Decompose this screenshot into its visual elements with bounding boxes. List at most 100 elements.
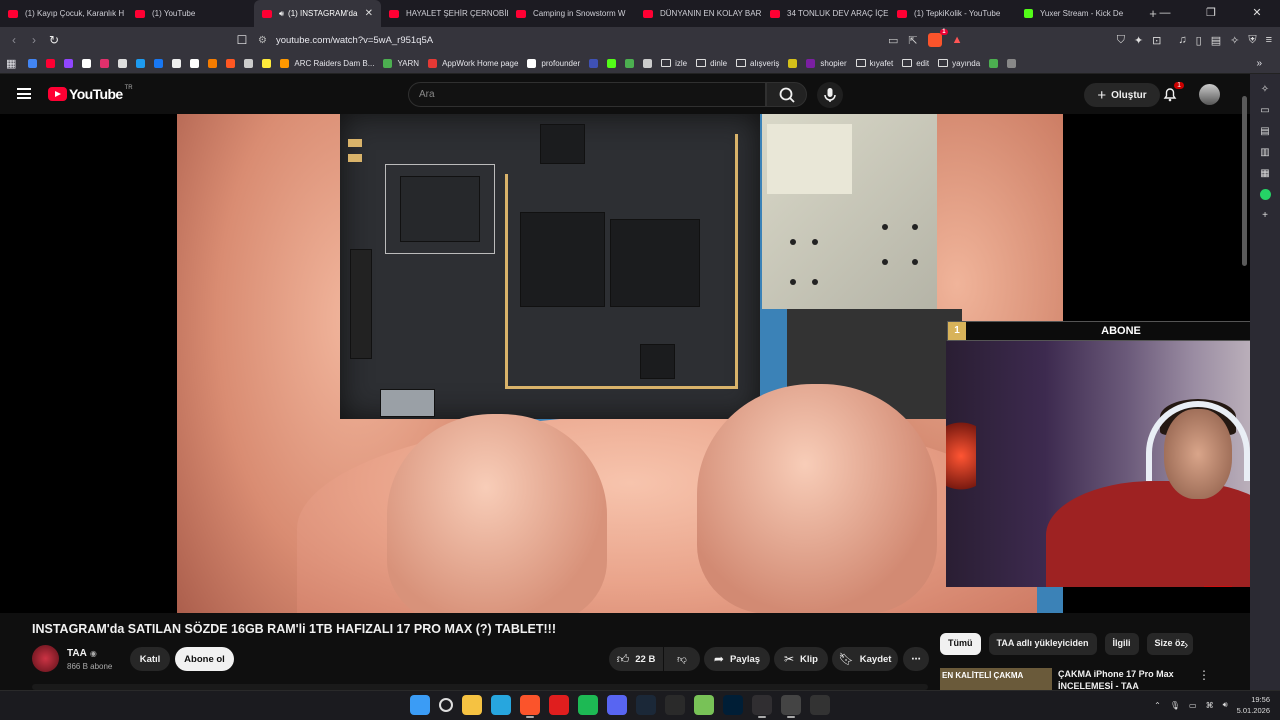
clock[interactable]: 19:56 5.01.2026 xyxy=(1237,694,1270,716)
bookmark-item[interactable] xyxy=(64,58,74,68)
bookmark-item[interactable] xyxy=(136,58,146,68)
restore-button[interactable]: ❐ xyxy=(1188,0,1234,27)
opera-icon[interactable] xyxy=(549,695,569,715)
notifications-button[interactable]: 1 xyxy=(1162,82,1184,102)
shield-icon[interactable]: ⛨ xyxy=(1248,34,1256,47)
bookmark-folder[interactable]: kıyafet xyxy=(855,59,893,68)
epic-games-icon[interactable] xyxy=(665,695,685,715)
filter-chip[interactable]: Tümü xyxy=(940,633,981,655)
create-button[interactable]: + Oluştur xyxy=(1084,83,1160,107)
bookmark-item[interactable] xyxy=(82,58,92,68)
filter-chip[interactable]: İlgili xyxy=(1104,633,1139,655)
bookmark-item[interactable]: YARN xyxy=(383,58,419,68)
bookmark-item[interactable] xyxy=(607,58,617,68)
recommended-thumbnail[interactable]: EN KALİTELİ ÇAKMA xyxy=(940,668,1052,690)
channel-name-row[interactable]: TAA ◉ xyxy=(67,648,97,659)
forward-button[interactable]: › xyxy=(24,33,44,47)
leo-ai-icon[interactable]: ✧ xyxy=(1230,34,1239,47)
browser-tab[interactable]: (1) TepkiKolik - YouTube xyxy=(889,0,1016,27)
bookmark-item[interactable] xyxy=(1007,58,1017,68)
bookmark-item[interactable] xyxy=(208,58,218,68)
bookmark-item[interactable]: profounder xyxy=(527,58,580,68)
discord-icon[interactable] xyxy=(607,695,627,715)
bookmark-folder[interactable]: izle xyxy=(661,59,687,68)
cast-icon[interactable]: ▭ xyxy=(888,34,898,47)
browser-tab[interactable]: 🔊︎ (1) INSTAGRAM'da ✕ xyxy=(254,0,381,27)
windows-start-icon[interactable] xyxy=(410,695,430,715)
network-icon[interactable]: ⌘ xyxy=(1206,701,1214,710)
vpn-icon[interactable]: ⛉ xyxy=(1117,34,1125,47)
url-field[interactable]: ⚙ youtube.com/watch?v=5wA_r951q5A xyxy=(258,31,978,50)
browser-tab[interactable]: (1) Kayıp Çocuk, Karanlık H xyxy=(0,0,127,27)
youtube-logo[interactable]: YouTube TR xyxy=(48,85,133,102)
filter-chip[interactable]: TAA adlı yükleyiciden xyxy=(988,633,1097,655)
browser-tab[interactable]: Yuxer Stream - Kick De xyxy=(1016,0,1143,27)
mic-tray-icon[interactable]: 🎙︎ xyxy=(1170,701,1180,710)
browser-tab[interactable]: 34 TONLUK DEV ARAÇ İÇE xyxy=(762,0,889,27)
bookmark-item[interactable] xyxy=(643,58,653,68)
bookmark-item[interactable] xyxy=(788,58,798,68)
brave-rewards-icon[interactable]: ▲ xyxy=(952,34,963,46)
gpu-icon[interactable] xyxy=(810,695,830,715)
tray-overflow-icon[interactable]: ⌃ xyxy=(1154,701,1161,710)
bookmark-item[interactable] xyxy=(625,58,635,68)
bookmark-item[interactable]: shopier xyxy=(806,58,847,68)
screenshot-icon[interactable]: ⊡ xyxy=(1152,34,1161,47)
photoshop-icon[interactable] xyxy=(723,695,743,715)
bookmark-item[interactable] xyxy=(172,58,182,68)
guide-menu-icon[interactable] xyxy=(17,88,31,99)
bookmark-folder[interactable]: dinle xyxy=(696,59,727,68)
close-tab-icon[interactable]: ✕ xyxy=(365,8,373,19)
join-button[interactable]: Katıl xyxy=(130,647,170,671)
bookmark-folder[interactable]: alışveriş xyxy=(736,59,779,68)
history-icon[interactable]: ▦ xyxy=(1260,168,1269,179)
subscribe-button[interactable]: Abone ol xyxy=(175,647,234,671)
site-settings-icon[interactable]: ⚙ xyxy=(258,35,267,46)
search-icon[interactable] xyxy=(439,698,453,712)
close-window-button[interactable]: ✕ xyxy=(1234,0,1280,27)
speaker-icon[interactable]: 🔊︎ xyxy=(279,9,284,19)
channel-avatar[interactable] xyxy=(32,645,59,672)
account-avatar[interactable] xyxy=(1199,84,1220,105)
volume-icon[interactable]: 🔊︎ xyxy=(1223,700,1228,710)
bookmark-folder[interactable]: edit xyxy=(902,59,929,68)
reco-menu-icon[interactable]: ⋮ xyxy=(1198,668,1210,682)
bookmark-item[interactable] xyxy=(100,58,110,68)
more-bookmarks-icon[interactable]: » xyxy=(1256,58,1262,69)
bookmark-item[interactable]: ARC Raiders Dam B... xyxy=(280,58,374,68)
android-icon[interactable] xyxy=(694,695,714,715)
file-explorer-icon[interactable] xyxy=(462,695,482,715)
bookmark-item[interactable] xyxy=(989,58,999,68)
media-icon[interactable]: ♫ xyxy=(1178,34,1186,46)
steam-icon[interactable] xyxy=(636,695,656,715)
share-button[interactable]: ➦ Paylaş xyxy=(704,647,770,671)
save-button[interactable]: 🔖︎ Kaydet xyxy=(832,647,898,671)
bookmark-item[interactable] xyxy=(226,58,236,68)
bookmarks-panel-icon[interactable]: ▥ xyxy=(1260,147,1269,158)
whatsapp-icon[interactable] xyxy=(1259,189,1271,200)
brave-shields-icon[interactable]: 1 xyxy=(927,29,948,47)
recommended-title[interactable]: ÇAKMA iPhone 17 Pro Max İNCELEMESİ - TAA xyxy=(1058,668,1198,690)
brave-icon[interactable] xyxy=(520,695,540,718)
menu-icon[interactable]: ≡ xyxy=(1266,34,1272,46)
chevron-right-icon[interactable]: › xyxy=(1184,637,1188,652)
obs-icon[interactable] xyxy=(752,695,772,718)
bookmark-item[interactable]: AppWork Home page xyxy=(428,58,518,68)
bookmark-item[interactable] xyxy=(118,58,128,68)
like-button[interactable]: 👍︎ 22 B xyxy=(609,647,663,671)
dislike-button[interactable]: 👎︎ xyxy=(664,647,700,671)
bookmark-item[interactable] xyxy=(262,58,272,68)
reload-button[interactable]: ↻ xyxy=(44,33,64,47)
edge-icon[interactable] xyxy=(491,695,511,715)
wallet-panel-icon[interactable]: ▤ xyxy=(1260,126,1269,137)
add-panel-icon[interactable]: + xyxy=(1262,210,1268,221)
browser-tab[interactable]: HAYALET ŞEHİR ÇERNOBİL xyxy=(381,0,508,27)
search-button[interactable] xyxy=(766,82,807,107)
more-actions-button[interactable]: ⋯ xyxy=(903,647,929,671)
reading-list-icon[interactable]: ▭ xyxy=(1260,105,1269,116)
leo-icon[interactable]: ✧ xyxy=(1261,84,1269,95)
extensions-icon[interactable]: ✦ xyxy=(1134,34,1143,47)
display-icon[interactable]: ▭ xyxy=(1189,701,1197,710)
page-scrollbar[interactable] xyxy=(1240,80,1250,690)
scrollbar-thumb[interactable] xyxy=(1242,96,1247,266)
